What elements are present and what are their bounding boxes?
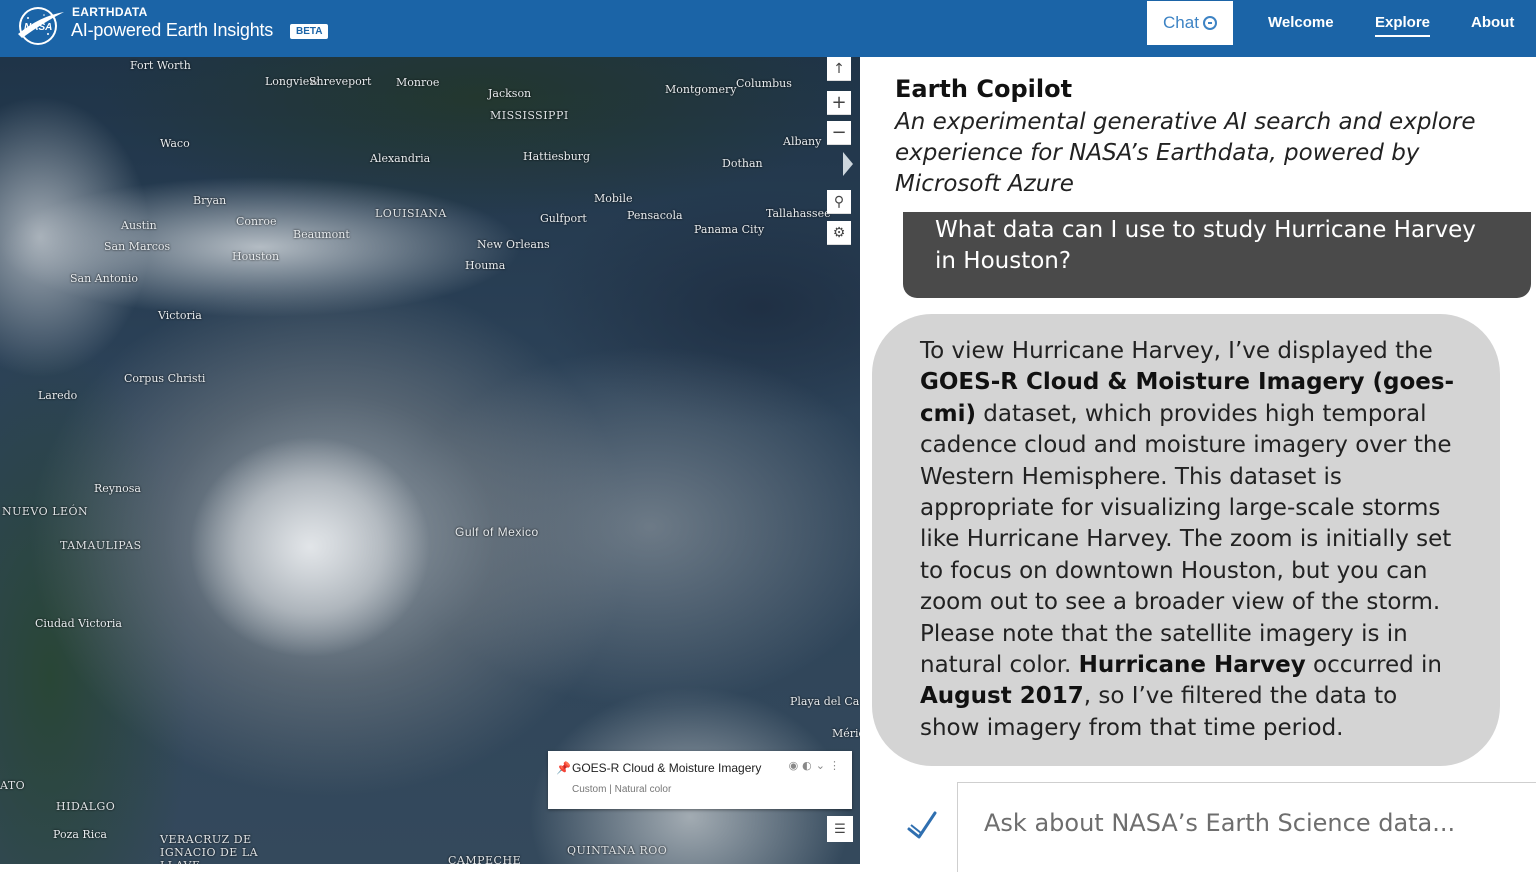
chat-subtitle: An experimental generative AI search and… <box>895 109 1476 197</box>
nasa-logo-icon[interactable]: NASA <box>14 4 66 48</box>
map-label: CAMPECHE <box>448 854 522 864</box>
brand-name: EARTHDATA <box>72 5 148 19</box>
map-label: Playa del Ca <box>790 695 860 708</box>
layers-icon[interactable]: ☰ <box>827 816 853 842</box>
assistant-bold-segment: Hurricane Harvey <box>1078 652 1306 679</box>
map-label: Shreveport <box>309 75 372 88</box>
map-label: Waco <box>160 137 190 150</box>
chat-title: Earth Copilot <box>895 75 1073 103</box>
nav-explore-link[interactable]: Explore <box>1375 14 1431 37</box>
map-label: Bryan <box>193 194 227 207</box>
map-label: Montgomery <box>665 83 737 96</box>
nav-chat-button[interactable]: Chat <box>1147 1 1233 45</box>
map-label: TAMAULIPAS <box>60 539 142 552</box>
map-label: Panama City <box>694 223 765 236</box>
map-label: Poza Rica <box>53 828 107 841</box>
map-label: Monroe <box>396 76 440 89</box>
zoom-out-icon[interactable]: − <box>827 121 851 145</box>
opacity-icon[interactable]: ◐ <box>802 759 816 772</box>
map-label: QUINTANA ROO <box>567 844 668 857</box>
map-label: Fort Worth <box>130 59 191 72</box>
top-navigation-bar: NASA EARTHDATA AI-powered Earth Insights… <box>0 0 1536 57</box>
map-label: Ciudad Victoria <box>35 617 122 630</box>
search-icon[interactable]: ⚲ <box>827 190 851 214</box>
eye-icon[interactable]: ◉ <box>789 759 803 772</box>
more-icon[interactable]: ⋮ <box>829 759 844 772</box>
layer-subtitle: Custom | Natural color <box>572 784 672 795</box>
chat-input-box[interactable] <box>957 782 1536 872</box>
map-label: VERACRUZ DE IGNACIO DE LA LLAVE <box>160 833 259 864</box>
map-label: Tallahassee <box>766 207 831 220</box>
nav-about-link[interactable]: About <box>1471 14 1514 31</box>
map-label: Mérida <box>832 727 860 740</box>
chat-bot-icon <box>1202 16 1217 30</box>
assistant-message: To view Hurricane Harvey, I’ve displayed… <box>872 314 1500 766</box>
chevron-down-icon[interactable]: ⌄ <box>816 759 829 772</box>
map-label: New Orleans <box>477 238 550 251</box>
map-label: San Marcos <box>104 240 171 253</box>
map-label: HIDALGO <box>56 800 116 813</box>
map-label: Dothan <box>722 157 763 170</box>
map-label: Reynosa <box>94 482 141 495</box>
map-label: Conroe <box>236 215 277 228</box>
map-label: Alexandria <box>370 152 431 165</box>
map-label: NUEVO LEÓN <box>2 505 89 518</box>
app-title: AI-powered Earth Insights <box>71 20 274 40</box>
assistant-text-segment: To view Hurricane Harvey, I’ve displayed… <box>920 338 1433 364</box>
map-label: Austin <box>121 219 157 232</box>
send-icon[interactable] <box>905 807 939 841</box>
map-label: Mobile <box>594 192 633 205</box>
map-label-gulf-of-mexico: Gulf of Mexico <box>455 525 539 539</box>
settings-icon[interactable]: ⚙ <box>827 221 851 245</box>
layer-card[interactable]: 📌 GOES-R Cloud & Moisture Imagery Custom… <box>548 751 852 809</box>
compass-icon[interactable]: ↑ <box>827 57 851 81</box>
assistant-bold-segment: August 2017 <box>920 683 1084 710</box>
assistant-text-segment: occurred in <box>1305 652 1442 679</box>
map-label: Hattiesburg <box>523 150 591 163</box>
assistant-text-segment: dataset, which provides high temporal ca… <box>920 400 1452 679</box>
map-label: Beaumont <box>293 228 350 241</box>
map-label: Gulfport <box>540 212 587 225</box>
layer-name: GOES-R Cloud & Moisture Imagery <box>572 761 762 775</box>
beta-badge: BETA <box>290 24 329 39</box>
user-message: What data can I use to study Hurricane H… <box>903 212 1531 298</box>
zoom-in-icon[interactable]: + <box>827 91 851 115</box>
chat-input[interactable] <box>984 803 1524 843</box>
chevron-right-icon[interactable] <box>843 152 853 176</box>
map-label: Victoria <box>158 309 202 322</box>
nav-chat-label: Chat <box>1163 13 1199 32</box>
pin-icon[interactable]: 📌 <box>556 761 571 775</box>
map-label: San Antonio <box>70 272 138 285</box>
map-label: Laredo <box>38 389 78 402</box>
satellite-map[interactable]: Fort Worth Longview Shreveport Monroe Ja… <box>0 57 860 864</box>
map-label: Albany <box>783 135 822 148</box>
layer-controls: ◉◐⌄⋮ <box>789 759 844 772</box>
map-label: LOUISIANA <box>375 207 447 220</box>
map-label: ATO <box>0 779 26 792</box>
chat-panel: Earth Copilot An experimental generative… <box>860 57 1536 872</box>
map-label: Houma <box>465 259 506 272</box>
map-label: MISSISSIPPI <box>490 109 569 122</box>
map-label: Pensacola <box>627 209 683 222</box>
map-label: Jackson <box>488 87 532 100</box>
svg-text:NASA: NASA <box>24 22 52 33</box>
nav-welcome-link[interactable]: Welcome <box>1268 14 1334 31</box>
map-label: Corpus Christi <box>124 372 206 385</box>
map-label: Houston <box>232 250 280 263</box>
map-label: Columbus <box>736 77 792 90</box>
